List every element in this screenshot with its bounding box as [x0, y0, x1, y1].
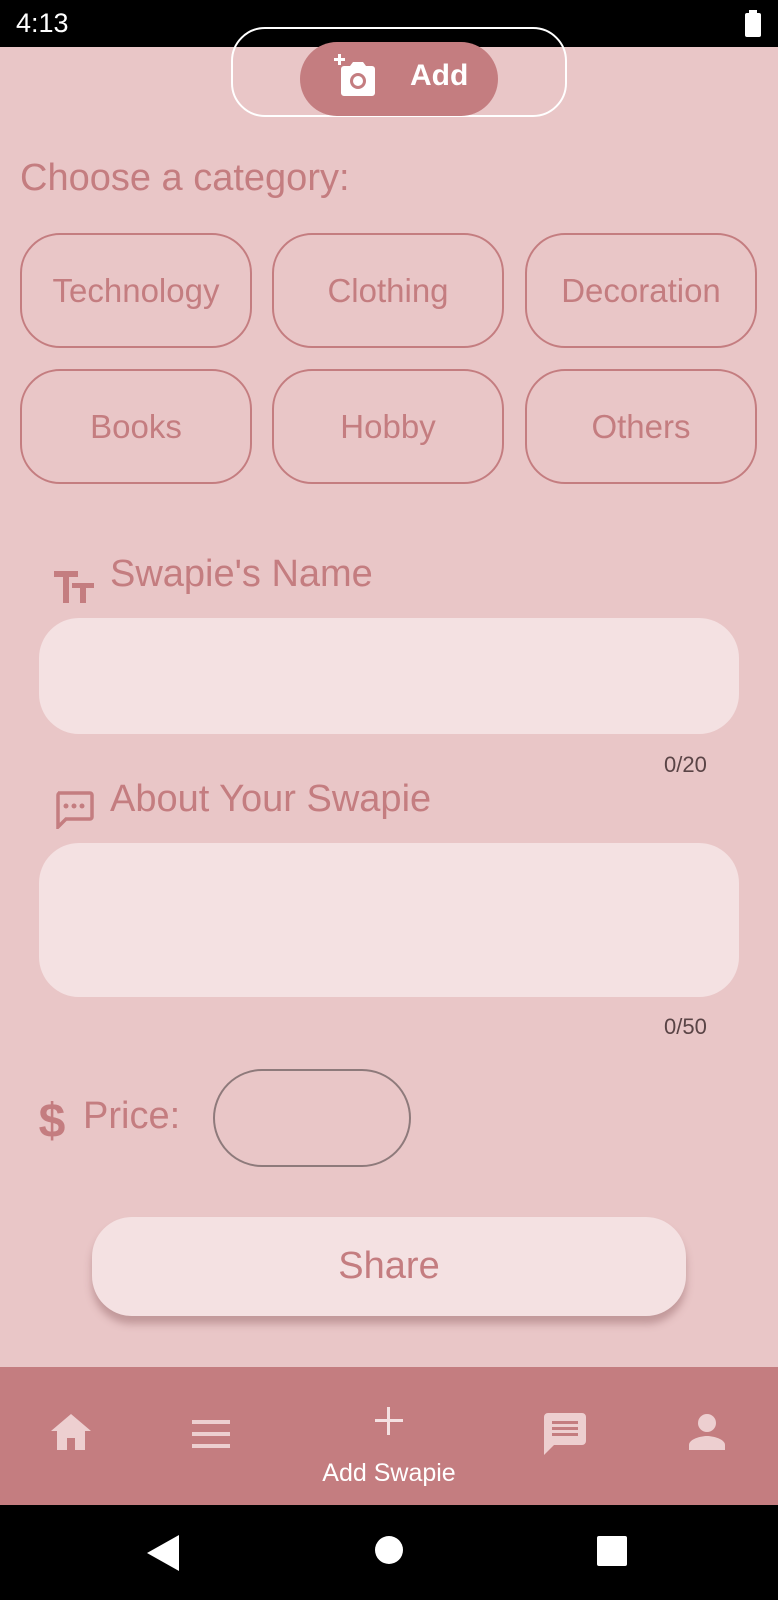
name-input[interactable] — [39, 618, 739, 734]
about-field-label: About Your Swapie — [110, 778, 432, 820]
add-swapie-screen: Add Choose a category: Technology Clothi… — [0, 27, 778, 1367]
person-icon — [689, 1414, 725, 1450]
price-input[interactable] — [213, 1069, 411, 1167]
category-chip-others[interactable]: Others — [525, 369, 757, 484]
nav-menu[interactable] — [142, 1367, 282, 1505]
category-chip-books[interactable]: Books — [20, 369, 252, 484]
about-input[interactable] — [39, 843, 739, 997]
bottom-nav: Add Swapie — [0, 1367, 778, 1505]
add-photo-button[interactable]: Add — [300, 42, 498, 116]
nav-home[interactable] — [1, 1367, 141, 1505]
camera-plus-icon — [334, 54, 375, 96]
nav-profile[interactable] — [637, 1367, 777, 1505]
nav-chat[interactable] — [495, 1367, 635, 1505]
home-circle-icon[interactable] — [374, 1535, 404, 1565]
category-title: Choose a category: — [20, 157, 350, 199]
add-photo-label: Add — [410, 59, 469, 92]
recents-icon[interactable] — [597, 1536, 627, 1566]
price-label: Price: — [83, 1095, 181, 1137]
menu-icon — [192, 1420, 230, 1448]
category-chip-hobby[interactable]: Hobby — [272, 369, 504, 484]
name-char-counter: 0/20 — [664, 752, 707, 777]
dollar-icon: $ — [39, 1095, 66, 1143]
name-field-label: Swapie's Name — [110, 553, 373, 595]
category-chip-technology[interactable]: Technology — [20, 233, 252, 348]
svg-text:$: $ — [39, 1095, 66, 1143]
battery-icon — [745, 10, 761, 37]
text-size-icon — [54, 571, 94, 603]
category-chip-decoration[interactable]: Decoration — [525, 233, 757, 348]
plus-icon — [375, 1407, 403, 1435]
about-char-counter: 0/50 — [664, 1014, 707, 1039]
home-icon — [51, 1414, 91, 1450]
status-time: 4:13 — [16, 8, 69, 38]
share-button[interactable]: Share — [92, 1217, 686, 1316]
category-chip-clothing[interactable]: Clothing — [272, 233, 504, 348]
system-nav-bar — [0, 1505, 778, 1600]
nav-add-swapie[interactable]: Add Swapie — [318, 1367, 460, 1505]
back-icon[interactable] — [147, 1535, 179, 1571]
comment-icon — [56, 791, 94, 829]
nav-add-swapie-label: Add Swapie — [322, 1459, 456, 1487]
chat-icon — [544, 1413, 586, 1455]
